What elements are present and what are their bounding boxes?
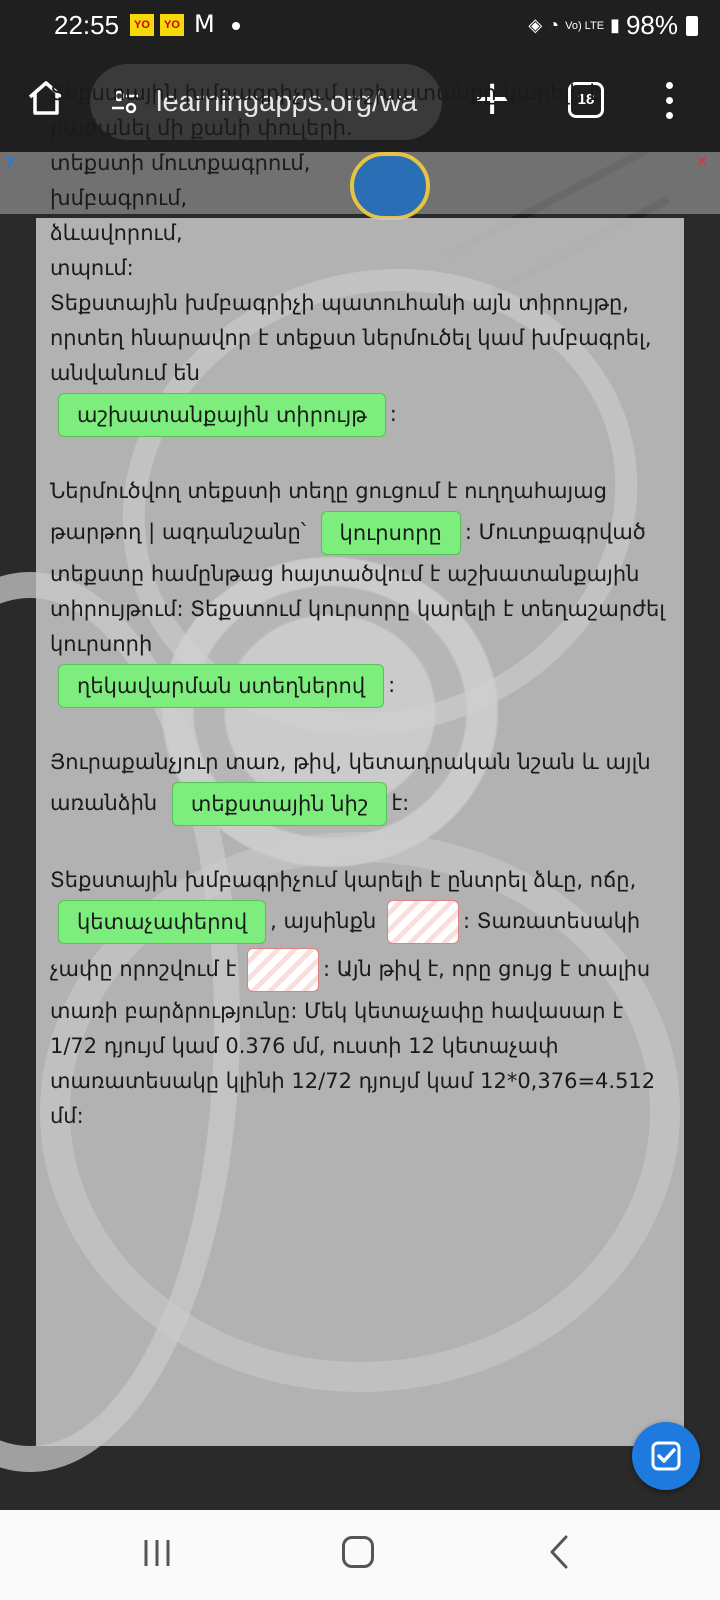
empty-answer-gap-1[interactable] — [386, 900, 459, 944]
paragraph-4: Տեքստային խմբագրիչում կարելի է ընտրել ձև… — [50, 863, 670, 1134]
back-icon[interactable] — [548, 1534, 570, 1570]
answer-chip-text-character[interactable]: տեքստային նիշ — [171, 782, 388, 826]
battery-percent: 98% — [625, 10, 678, 40]
signal-icon: ▮ — [610, 15, 620, 35]
sync-icon: ◈ — [528, 15, 543, 35]
status-bar: 22:55 YO YO M ◈ ◔ Vo) LTE ▮ 98% — [0, 0, 720, 52]
paragraph-1: Տեքստային խմբագրիչում աշխատանքը կարելի է… — [50, 76, 670, 439]
system-nav-bar — [0, 1510, 720, 1600]
empty-answer-gap-2[interactable] — [247, 948, 320, 992]
paragraph-text: Տեքստային խմբագրիչում կարելի է ընտրել ձև… — [50, 868, 637, 892]
battery-icon — [686, 15, 698, 36]
list-item: տեքստի մուտքագրում, — [50, 151, 311, 175]
punctuation: : — [388, 673, 396, 697]
paragraph-text: Տեքստային խմբագրիչի պատուհանի այն տիրույ… — [50, 291, 652, 385]
exercise-text: Տեքստային խմբագրիչում աշխատանքը կարելի է… — [50, 76, 670, 1169]
check-answers-button[interactable] — [632, 1422, 700, 1490]
paragraph-text: Տեքստային խմբագրիչում աշխատանքը կարելի է… — [50, 81, 601, 140]
paragraph-text: : Այն թիվ է, որը ցույց է տալիս տառի բարձ… — [50, 957, 656, 1128]
paragraph-2: Ներմուծվող տեքստի տեղը ցուցում է ուղղահա… — [50, 474, 670, 710]
paragraph-text: է: — [391, 791, 410, 815]
paragraph-3: Յուրաքանչյուր տառ, թիվ, կետադրական նշան … — [50, 745, 670, 828]
list-item: ձևավորում, — [50, 221, 183, 245]
answer-chip-cursor[interactable]: կուրսորը — [320, 511, 461, 555]
recent-apps-icon[interactable] — [140, 1536, 174, 1570]
punctuation: : — [389, 402, 397, 426]
more-notifications-dot — [232, 22, 240, 30]
home-nav-icon[interactable] — [342, 1536, 374, 1568]
answer-chip-work-area[interactable]: աշխատանքային տիրույթ — [58, 393, 386, 437]
network-label: Vo) LTE — [565, 19, 605, 32]
wifi-icon: ◔ — [548, 15, 560, 35]
list-item: տպում: — [50, 256, 134, 280]
notification-badge-1: YO — [130, 14, 154, 36]
list-item: խմբագրում, — [50, 186, 188, 210]
check-icon — [651, 1441, 681, 1471]
status-time: 22:55 — [54, 10, 120, 40]
answer-chip-points[interactable]: կետաչափերով — [58, 900, 267, 944]
gmail-icon: M — [194, 10, 215, 38]
help-icon[interactable]: ? — [4, 154, 26, 176]
notification-badge-2: YO — [160, 14, 184, 36]
fullscreen-icon[interactable]: ✕ — [696, 154, 718, 172]
answer-chip-control-keys[interactable]: ղեկավարման ստեղներով — [58, 664, 385, 708]
status-right: ◈ ◔ Vo) LTE ▮ 98% — [528, 10, 698, 41]
paragraph-text: , այսինքն — [270, 909, 377, 933]
